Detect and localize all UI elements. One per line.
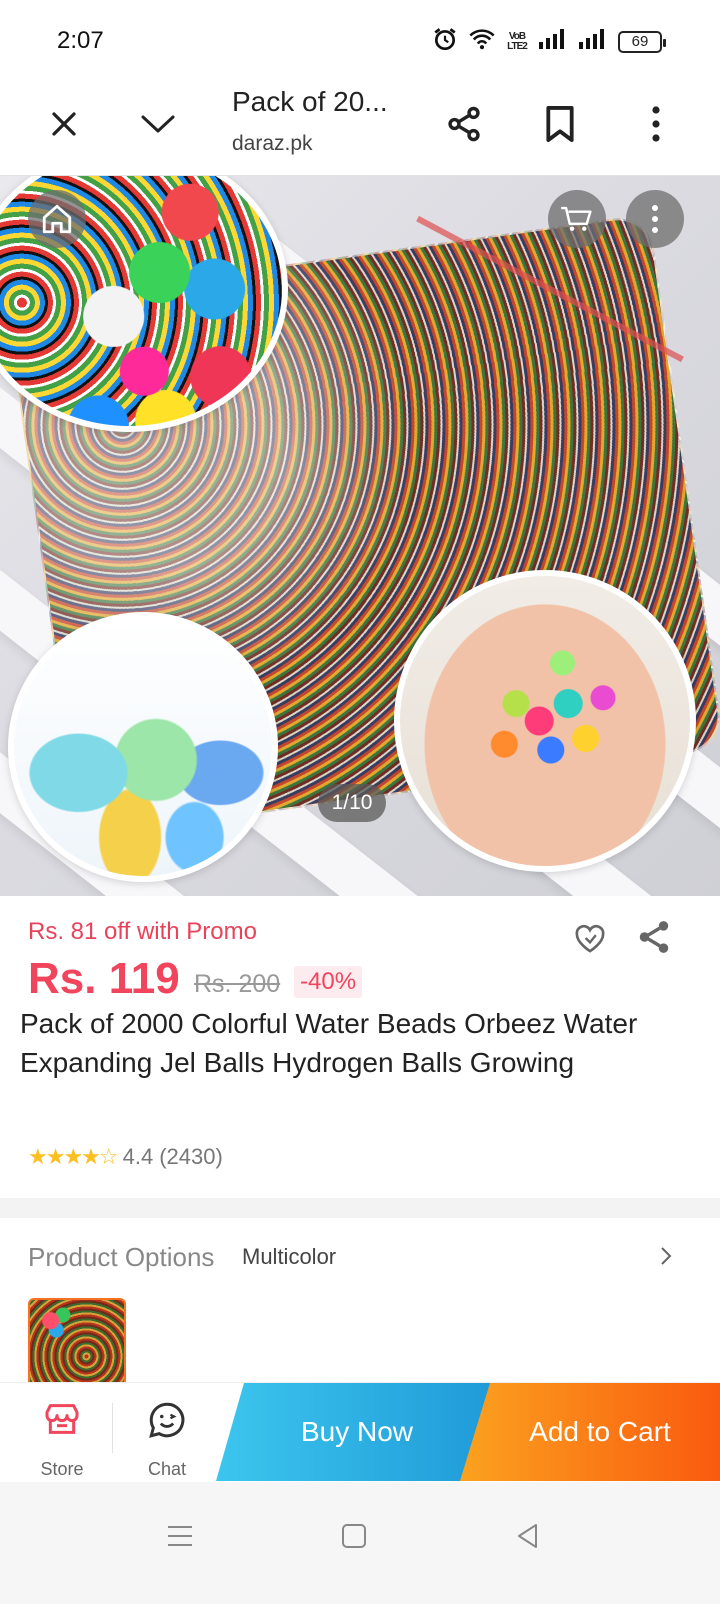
- signal-icon: [538, 28, 568, 55]
- network-type-label: VoB LTE2: [507, 30, 528, 52]
- product-detail-image-bottles: [8, 612, 278, 882]
- close-button[interactable]: [36, 96, 92, 152]
- minimize-button[interactable]: [130, 96, 186, 152]
- chat-button[interactable]: Chat: [124, 1383, 210, 1483]
- star-rating-icon: ★★★★☆: [28, 1144, 119, 1169]
- product-image-gallery[interactable]: 1/10: [0, 176, 720, 896]
- cart-icon: [561, 206, 592, 231]
- bottom-action-bar: Store Chat Buy Now Add to Cart: [0, 1382, 720, 1482]
- add-to-cart-button[interactable]: Add to Cart: [460, 1383, 720, 1481]
- status-time: 2:07: [57, 27, 104, 54]
- original-price: Rs. 200: [194, 970, 281, 998]
- bookmark-icon: [546, 106, 574, 142]
- home-nav-button[interactable]: [324, 1506, 384, 1566]
- store-button[interactable]: Store: [22, 1383, 102, 1483]
- recent-apps-button[interactable]: [150, 1506, 210, 1566]
- gallery-more-button[interactable]: [626, 190, 684, 248]
- status-bar: 2:07 VoB LTE2 69: [0, 0, 720, 76]
- status-icons: VoB LTE2 69: [432, 26, 666, 57]
- chevron-down-icon: [141, 115, 175, 133]
- share-button[interactable]: [436, 96, 492, 152]
- battery-icon: 69: [618, 30, 666, 53]
- chat-label: Chat: [147, 1459, 187, 1479]
- image-counter: 1/10: [318, 784, 386, 822]
- page-domain: daraz.pk: [232, 132, 313, 155]
- buy-now-button[interactable]: Buy Now: [216, 1383, 498, 1481]
- wishlist-button[interactable]: [570, 918, 610, 958]
- more-vertical-icon: [652, 106, 660, 142]
- rating-value: 4.4: [122, 1144, 154, 1169]
- home-icon: [42, 204, 72, 234]
- product-detail-image-hand: [394, 570, 696, 872]
- rating-count: (2430): [159, 1144, 223, 1169]
- page-title: Pack of 20...: [232, 86, 388, 117]
- chat-icon: [149, 1402, 185, 1438]
- menu-icon: [168, 1526, 192, 1546]
- close-icon: [52, 112, 76, 136]
- more-options-button[interactable]: [628, 96, 684, 152]
- product-options-card[interactable]: Product Options Multicolor: [0, 1218, 720, 1396]
- store-label: Store: [40, 1459, 84, 1479]
- browser-toolbar: Pack of 20... daraz.pk: [0, 76, 720, 176]
- bookmark-button[interactable]: [532, 96, 588, 152]
- product-share-button[interactable]: [634, 916, 674, 958]
- discount-badge: -40%: [294, 966, 363, 998]
- back-button[interactable]: [498, 1506, 558, 1566]
- signal-icon-2: [578, 28, 608, 55]
- wifi-icon: [468, 27, 496, 56]
- divider: [112, 1403, 113, 1453]
- current-price: Rs. 119: [28, 954, 180, 1003]
- rating-row[interactable]: ★★★★☆ 4.4 (2430): [28, 1144, 223, 1170]
- back-triangle-icon: [518, 1524, 537, 1548]
- product-options-label: Product Options: [28, 1242, 215, 1272]
- square-icon: [342, 1524, 366, 1548]
- more-vertical-icon: [652, 205, 658, 233]
- cart-button[interactable]: [548, 190, 606, 248]
- chevron-right-icon: [661, 1247, 672, 1265]
- share-icon: [639, 921, 669, 953]
- alarm-icon: [432, 26, 458, 57]
- home-button[interactable]: [28, 190, 86, 248]
- store-icon: [45, 1404, 79, 1434]
- product-title: Pack of 2000 Colorful Water Beads Orbeez…: [20, 1008, 638, 1078]
- product-info-card: Rs. 81 off with Promo Rs. 119 Rs. 200 -4…: [0, 896, 720, 1198]
- product-options-value: Multicolor: [242, 1244, 337, 1269]
- heart-icon: [575, 924, 605, 953]
- system-navigation-bar: [0, 1482, 720, 1604]
- share-icon: [448, 106, 480, 142]
- promo-text[interactable]: Rs. 81 off with Promo: [28, 918, 257, 946]
